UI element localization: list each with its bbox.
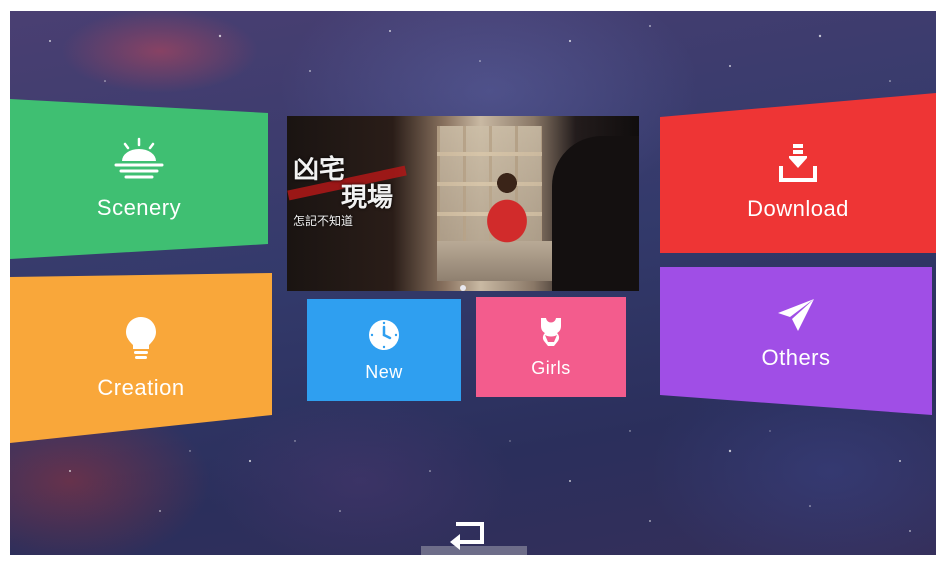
others-label: Others <box>761 345 831 370</box>
creation-label: Creation <box>97 375 185 400</box>
banner-page-indicator[interactable] <box>460 285 466 291</box>
scenery-tile[interactable]: Scenery <box>10 99 268 259</box>
back-button[interactable] <box>446 514 494 554</box>
others-tile[interactable]: Others <box>660 267 932 415</box>
banner-shadow-art <box>552 136 639 291</box>
featured-video-banner[interactable]: 凶宅 現場 怎記不知道 <box>287 116 639 291</box>
scenery-label: Scenery <box>96 195 182 220</box>
banner-title-line1: 凶宅 <box>293 155 346 185</box>
banner-figure-art <box>477 171 537 246</box>
girls-label: Girls <box>531 357 571 378</box>
banner-title-line2: 現場 <box>341 183 394 213</box>
new-label: New <box>365 361 403 382</box>
vr-home-screen: Scenery Creation 凶宅 現場 怎記不知道 New Girls D… <box>10 11 936 555</box>
download-label: Download <box>747 196 849 221</box>
paper-plane-icon <box>776 297 816 333</box>
sun-horizon-icon <box>112 137 166 181</box>
clock-icon <box>367 318 401 352</box>
banner-floor-art <box>437 241 567 281</box>
new-tile[interactable]: New <box>307 299 461 401</box>
return-arrow-icon <box>446 522 494 555</box>
banner-title-line3: 怎記不知道 <box>293 214 354 228</box>
banner-poster-title: 凶宅 現場 怎記不知道 <box>293 156 393 228</box>
lightbulb-icon <box>124 315 158 361</box>
swimsuit-icon <box>538 316 564 348</box>
girls-tile[interactable]: Girls <box>476 297 626 397</box>
creation-tile[interactable]: Creation <box>10 273 272 443</box>
download-tile[interactable]: Download <box>660 93 936 253</box>
download-icon <box>777 144 819 184</box>
